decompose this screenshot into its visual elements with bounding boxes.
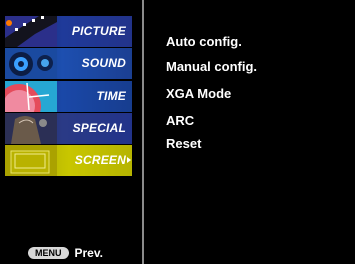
panel-divider [142,0,144,264]
sidebar-item-screen[interactable]: SCREEN [5,145,132,176]
option-manual-config[interactable]: Manual config. [166,59,257,74]
sidebar: PICTURE SOUND TIME SPECIAL SCREEN MENU P… [0,0,142,264]
sidebar-item-label: TIME [96,89,126,103]
picture-icon [5,16,57,47]
submenu-arrow-icon [127,157,131,163]
time-icon [5,81,57,112]
osd-menu: PICTURE SOUND TIME SPECIAL SCREEN MENU P… [0,0,355,264]
sidebar-item-special[interactable]: SPECIAL [5,113,132,144]
option-arc[interactable]: ARC [166,113,194,128]
sound-icon [5,48,57,79]
sidebar-item-sound[interactable]: SOUND [5,48,132,79]
special-icon [5,113,57,144]
option-reset[interactable]: Reset [166,136,201,151]
sidebar-item-label: PICTURE [71,24,126,38]
prev-label: Prev. [74,246,103,260]
sidebar-item-label: SCREEN [74,153,126,167]
sidebar-item-label: SOUND [81,56,126,70]
sidebar-item-label: SPECIAL [72,121,126,135]
footer-hint: MENU Prev. [28,246,103,260]
menu-button[interactable]: MENU [28,247,69,259]
sidebar-item-picture[interactable]: PICTURE [5,16,132,47]
option-xga-mode[interactable]: XGA Mode [166,86,231,101]
screen-icon [5,145,57,176]
option-auto-config[interactable]: Auto config. [166,34,242,49]
sidebar-item-time[interactable]: TIME [5,81,132,112]
